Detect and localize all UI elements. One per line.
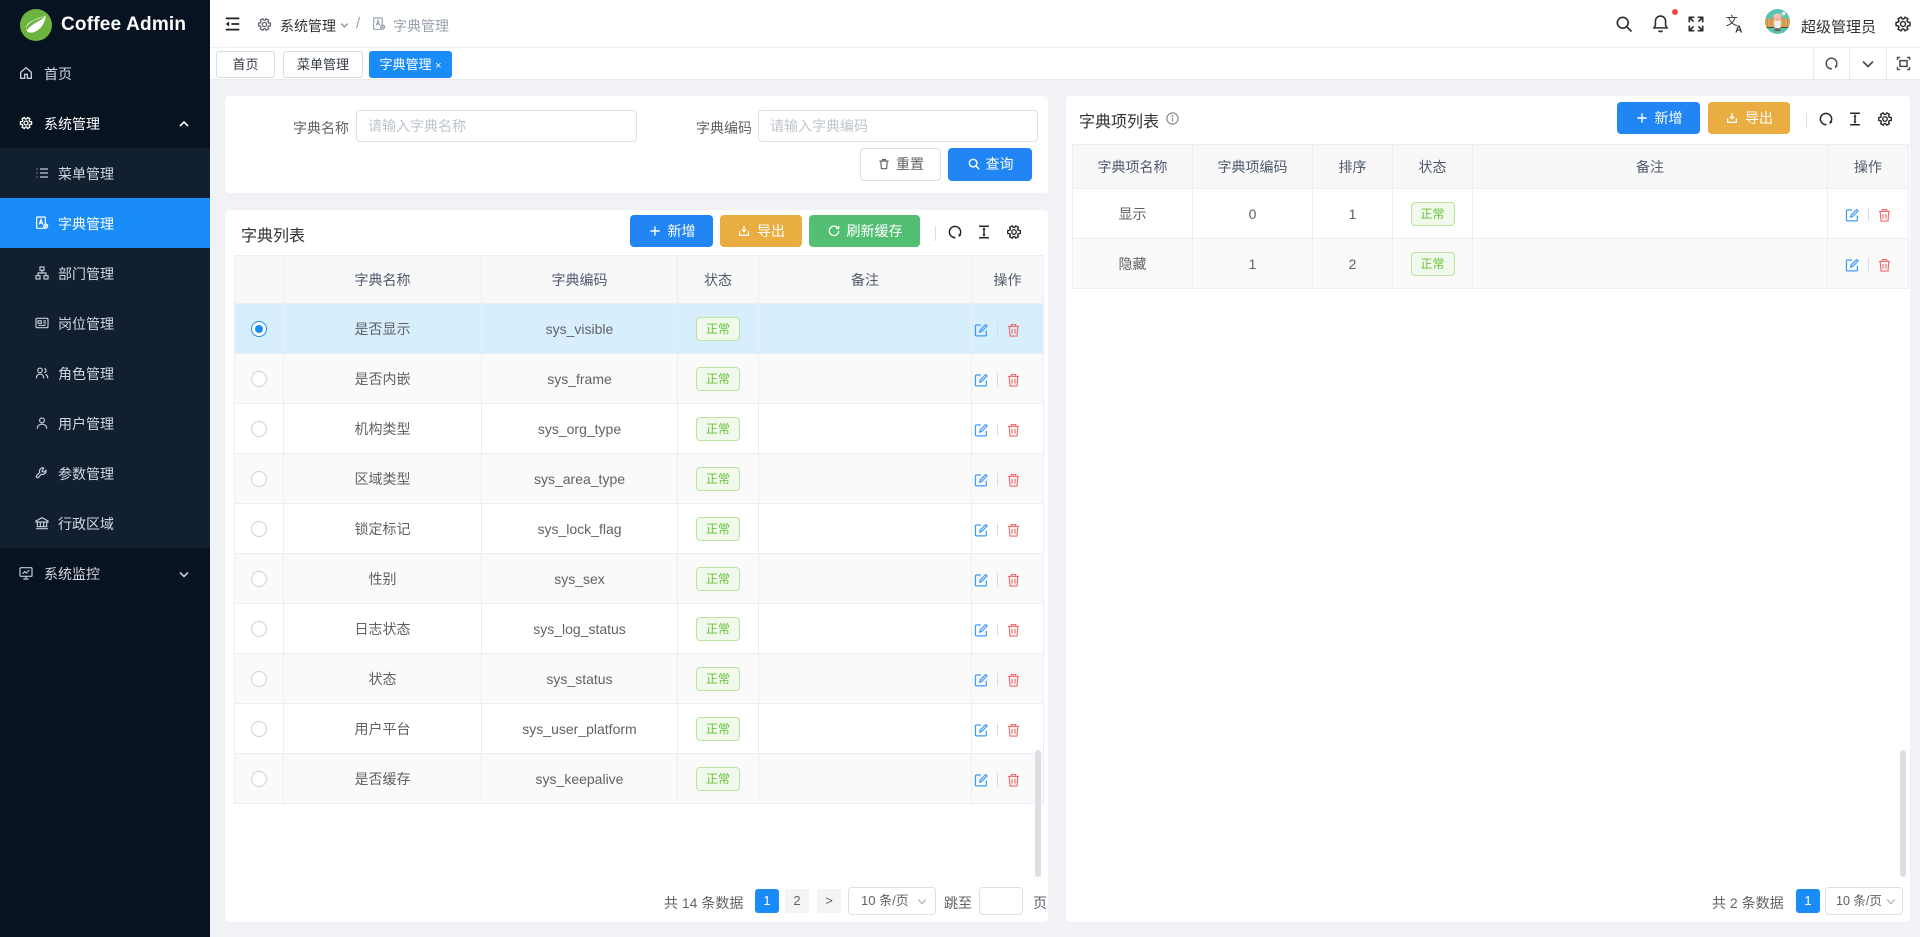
- svg-text:A: A: [1735, 24, 1743, 35]
